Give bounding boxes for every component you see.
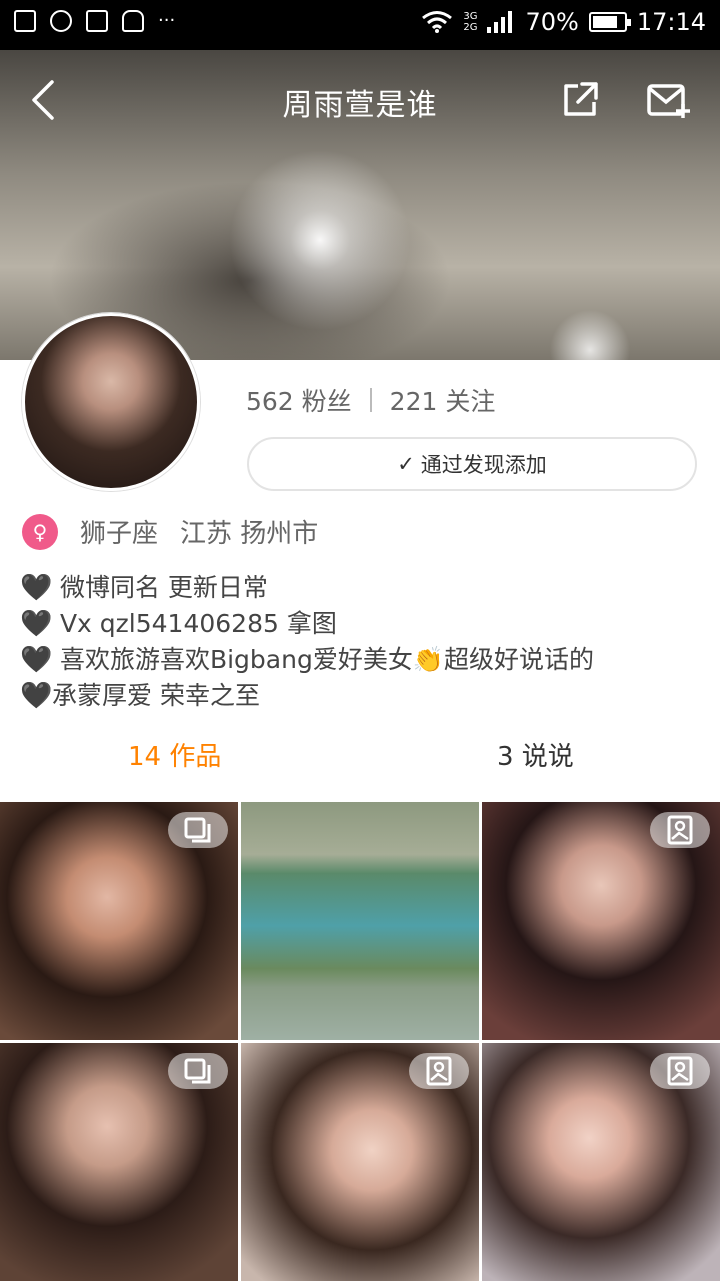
network-type: 3G 2G [463,11,478,33]
signal-icon [487,11,513,33]
photo-thumbnail[interactable] [241,1043,479,1281]
share-icon[interactable] [560,80,600,120]
message-icon[interactable] [646,80,692,120]
zodiac-sign: 狮子座 [80,519,159,549]
app-notification-icon [122,10,144,32]
profile-info: ♀ 狮子座 江苏 扬州市 [22,513,318,550]
gallery-notification-icon [14,10,36,32]
profile-stats: 562 粉丝 221 关注 [246,382,495,418]
bio-line: 🖤 Vx qzl541406285 拿图 [20,606,594,642]
black-heart-icon: 🖤 [20,645,53,675]
page-title: 周雨萱是谁 [282,88,438,123]
fans-count[interactable]: 562 粉丝 [246,382,352,418]
status-bar: ··· 3G 2G 70% 17:14 [0,0,720,50]
more-notifications-icon: ··· [158,10,176,31]
profile-tabs: 14 作品 3 说说 [0,730,720,786]
image-icon [409,1053,469,1089]
bio: 🖤 微博同名 更新日常 🖤 Vx qzl541406285 拿图 🖤 喜欢旅游喜… [20,570,594,714]
follow-button-label: 通过发现添加 [420,453,547,477]
photo-grid [0,802,720,1281]
added-via-discover-button[interactable]: ✓ 通过发现添加 [247,437,697,491]
following-count[interactable]: 221 关注 [390,382,496,418]
top-bar: 周雨萱是谁 [0,50,720,150]
bio-line: 🖤 喜欢旅游喜欢Bigbang爱好美女👏超级好说话的 [20,642,594,678]
image-icon [650,812,710,848]
battery-percent: 70% [525,8,579,36]
photo-thumbnail[interactable] [482,802,720,1040]
bio-line: 🖤承蒙厚爱 荣幸之至 [20,678,594,714]
location: 江苏 扬州市 [180,519,319,549]
photo-thumbnail[interactable] [241,802,479,1040]
clock: 17:14 [636,8,706,36]
bio-line: 🖤 微博同名 更新日常 [20,570,594,606]
photo-thumbnail[interactable] [0,1043,238,1281]
wifi-icon [422,11,453,33]
avatar[interactable] [22,313,200,491]
image-icon [650,1053,710,1089]
tab-talk[interactable]: 3 说说 [497,736,574,773]
black-heart-icon: 🖤 [20,681,53,711]
qr-notification-icon [86,10,108,32]
multi-image-icon [168,812,228,848]
black-heart-icon: 🖤 [20,573,53,603]
multi-image-icon [168,1053,228,1089]
stats-divider [369,388,372,412]
tab-works[interactable]: 14 作品 [128,736,221,773]
black-heart-icon: 🖤 [20,609,53,639]
female-gender-icon: ♀ [22,513,58,550]
check-icon: ✓ [397,452,415,476]
battery-icon [588,12,631,32]
chat-notification-icon [50,10,72,32]
photo-thumbnail[interactable] [0,802,238,1040]
photo-thumbnail[interactable] [482,1043,720,1281]
